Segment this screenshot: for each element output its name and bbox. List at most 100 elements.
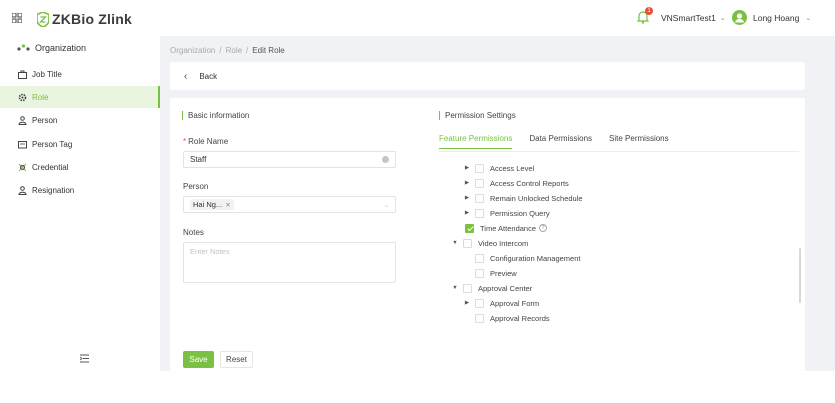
required-mark: * <box>183 137 187 146</box>
person-tag: Hai Ng... ✕ <box>190 199 234 210</box>
tenant-name: VNSmartTest1 <box>661 13 716 23</box>
checkbox[interactable] <box>475 178 484 188</box>
clear-icon[interactable] <box>382 156 389 163</box>
credential-icon <box>18 163 27 171</box>
person-tag-label: Hai Ng... <box>193 200 223 209</box>
checkbox[interactable] <box>475 253 484 263</box>
sidebar-item-label: Role <box>32 92 49 102</box>
tree-node-label: Access Control Reports <box>490 178 569 188</box>
checkbox-checked[interactable] <box>465 223 474 233</box>
checkbox[interactable] <box>463 283 472 293</box>
person-label: Person <box>183 182 209 191</box>
tree-node[interactable]: ▶ Access Control Reports <box>463 176 569 190</box>
caret-down-icon[interactable]: ▼ <box>451 240 459 246</box>
tree-node-label: Approval Form <box>490 298 540 308</box>
checkbox[interactable] <box>475 193 484 203</box>
tree-node-label: Remain Unlocked Schedule <box>490 193 583 203</box>
caret-right-icon[interactable]: ▶ <box>463 165 471 171</box>
tree-node[interactable]: Time Attendance ? <box>463 221 548 235</box>
sidebar-item-label: Organization <box>35 43 87 53</box>
tab-feature-permissions[interactable]: Feature Permissions <box>439 134 513 149</box>
person-select[interactable]: Hai Ng... ✕ ⌄ <box>183 196 396 213</box>
person-icon <box>18 115 27 125</box>
avatar <box>732 10 747 25</box>
tree-node[interactable]: Configuration Management <box>463 251 580 265</box>
permission-settings-title: Permission Settings <box>439 111 516 120</box>
tree-node-label: Time Attendance <box>480 223 537 233</box>
checkbox[interactable] <box>463 238 472 248</box>
checkbox[interactable] <box>475 208 484 218</box>
chevron-down-icon: ⌄ <box>805 14 812 22</box>
user-menu[interactable]: Long Hoang ⌄ <box>732 10 811 25</box>
tab-data-permissions[interactable]: Data Permissions <box>529 134 592 149</box>
checkbox[interactable] <box>475 163 484 173</box>
sidebar-item-person[interactable]: Person <box>0 109 160 131</box>
sidebar-item-resignation[interactable]: Resignation <box>0 179 160 201</box>
sidebar-item-label: Resignation <box>32 185 75 195</box>
caret-right-icon[interactable]: ▶ <box>463 195 471 201</box>
sidebar-item-person-tag[interactable]: Person Tag <box>0 133 160 155</box>
breadcrumb-organization[interactable]: Organization <box>170 46 215 55</box>
tree-node[interactable]: Approval Records <box>463 311 550 325</box>
tab-site-permissions[interactable]: Site Permissions <box>609 134 669 149</box>
tree-node[interactable]: Preview <box>463 266 517 280</box>
notification-badge: 1 <box>645 7 653 15</box>
tree-node[interactable]: ▶ Access Level <box>463 161 534 175</box>
collapse-menu-icon[interactable] <box>80 354 89 363</box>
tenant-switcher[interactable]: VNSmartTest1 ⌄ <box>661 13 726 23</box>
organization-icon <box>17 43 30 51</box>
tab-divider <box>439 151 799 152</box>
sidebar-item-credential[interactable]: Credential <box>0 156 160 178</box>
sidebar-item-label: Person Tag <box>32 139 73 149</box>
tree-node-label: Video Intercom <box>478 238 529 248</box>
notes-textarea[interactable]: Enter Notes <box>183 242 396 283</box>
tree-node[interactable]: ▶ Approval Form <box>463 296 539 310</box>
role-name-value: Staff <box>190 155 207 164</box>
main-content: Organization / Role / Edit Role ‹ Back B… <box>160 36 835 371</box>
role-name-input[interactable]: Staff <box>183 151 396 168</box>
breadcrumb-separator: / <box>246 46 249 55</box>
save-button[interactable]: Save <box>183 351 214 368</box>
checkbox[interactable] <box>475 298 484 308</box>
notes-placeholder: Enter Notes <box>190 247 230 256</box>
role-name-label: * Role Name <box>183 137 229 146</box>
remove-tag-icon[interactable]: ✕ <box>225 201 230 209</box>
tree-node-label: Approval Center <box>478 283 533 293</box>
tree-node[interactable]: ▼ Video Intercom <box>451 236 528 250</box>
breadcrumb-current: Edit Role <box>252 46 285 55</box>
chevron-down-icon: ⌄ <box>719 15 726 22</box>
tree-node[interactable]: ▼ Approval Center <box>451 281 532 295</box>
reset-button[interactable]: Reset <box>220 351 253 368</box>
breadcrumb-role[interactable]: Role <box>226 46 242 55</box>
caret-right-icon[interactable]: ▶ <box>463 180 471 186</box>
chevron-down-icon: ⌄ <box>383 203 389 209</box>
caret-down-icon[interactable]: ▼ <box>451 285 459 291</box>
checkbox[interactable] <box>475 313 484 323</box>
tree-node[interactable]: ▶ Permission Query <box>463 206 550 220</box>
info-icon[interactable]: ? <box>539 224 548 232</box>
notes-label: Notes <box>183 228 204 237</box>
checkbox[interactable] <box>475 268 484 278</box>
tree-scrollbar[interactable] <box>799 248 801 303</box>
sidebar-item-job-title[interactable]: Job Title <box>0 63 160 85</box>
tag-icon <box>18 140 27 148</box>
sidebar-item-label: Job Title <box>32 69 62 79</box>
back-button[interactable]: Back <box>199 72 217 81</box>
app-logo: ZKBio Zlink <box>37 10 132 28</box>
gear-icon <box>18 93 27 101</box>
basic-info-title: Basic information <box>182 111 249 120</box>
app-brand: ZKBio Zlink <box>52 11 132 27</box>
back-bar: ‹ Back <box>170 62 805 90</box>
caret-right-icon[interactable]: ▶ <box>463 300 471 306</box>
apps-grid-icon[interactable] <box>12 13 22 23</box>
permission-tabs: Feature Permissions Data Permissions Sit… <box>439 134 669 149</box>
caret-right-icon[interactable]: ▶ <box>463 210 471 216</box>
person-icon <box>18 185 27 195</box>
notification-button[interactable]: 1 <box>636 7 653 26</box>
sidebar-item-organization[interactable]: Organization <box>0 37 160 59</box>
sidebar-item-role[interactable]: Role <box>0 86 160 108</box>
sidebar: Organization Job Title Role Person Perso… <box>0 36 160 371</box>
back-arrow-icon[interactable]: ‹ <box>184 71 187 82</box>
edit-role-panel: Basic information * Role Name Staff Perso… <box>170 98 805 371</box>
tree-node[interactable]: ▶ Remain Unlocked Schedule <box>463 191 583 205</box>
